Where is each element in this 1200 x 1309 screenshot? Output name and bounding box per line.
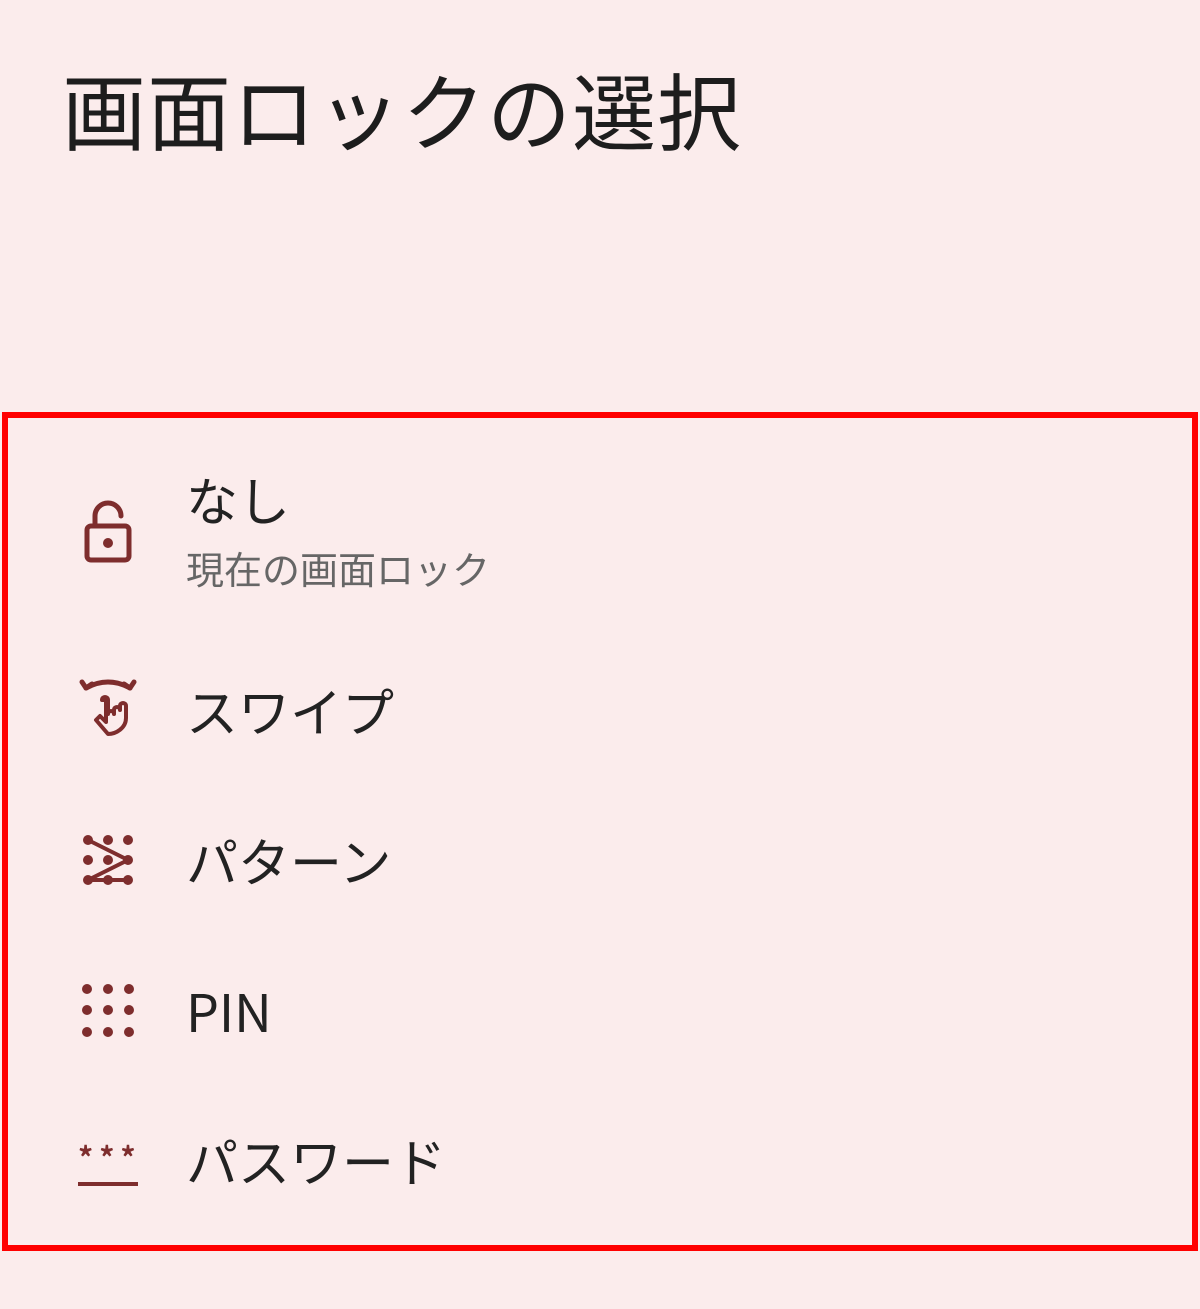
option-none[interactable]: なし 現在の画面ロック: [8, 438, 1192, 635]
option-password-label: パスワード: [186, 1129, 446, 1191]
option-swipe-label: スワイプ: [186, 679, 394, 741]
pin-keypad-icon: [68, 983, 148, 1037]
option-none-label: なし: [186, 468, 490, 530]
option-pattern[interactable]: パターン: [8, 785, 1192, 935]
option-pin-label: PIN: [186, 979, 272, 1041]
option-none-subtext: 現在の画面ロック: [186, 540, 490, 595]
option-swipe[interactable]: スワイプ: [8, 635, 1192, 785]
lock-options-list: なし 現在の画面ロック スワイプ: [2, 412, 1198, 1251]
option-pin[interactable]: PIN: [8, 935, 1192, 1085]
unlock-icon: [68, 500, 148, 564]
option-password[interactable]: *** パスワード: [8, 1085, 1192, 1235]
option-pattern-label: パターン: [186, 829, 391, 891]
pattern-icon: [68, 832, 148, 888]
swipe-icon: [68, 678, 148, 742]
password-icon: ***: [68, 1134, 148, 1186]
page-title: 画面ロックの選択: [0, 0, 1200, 169]
